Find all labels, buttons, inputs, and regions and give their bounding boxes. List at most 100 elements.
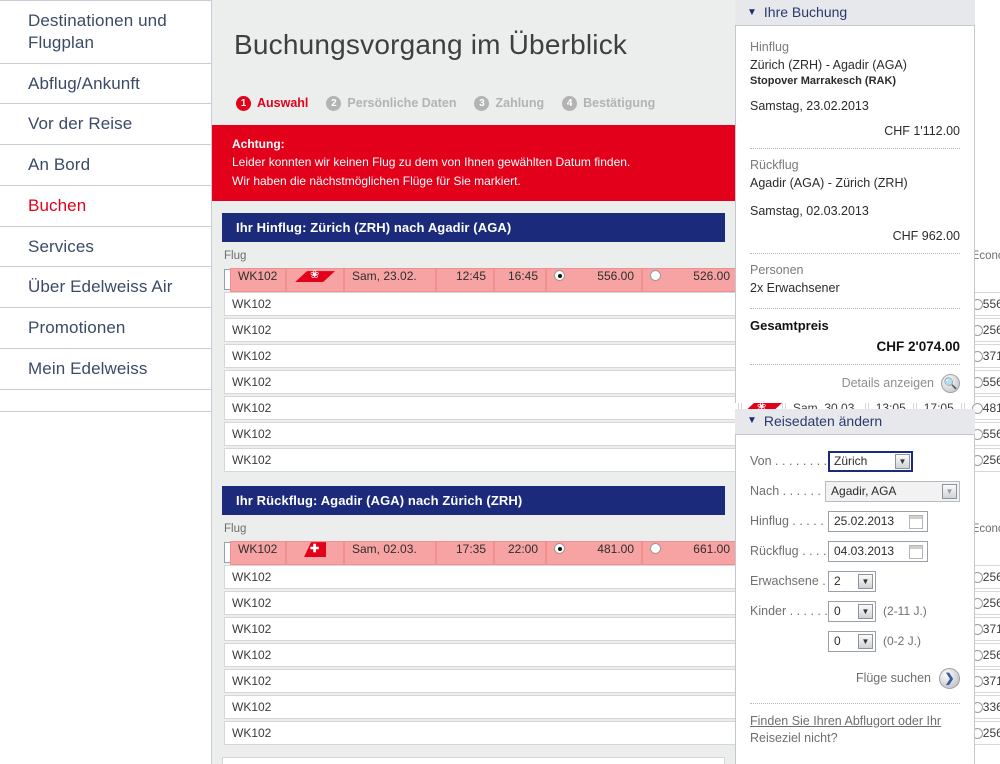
flight-number: WK102 [224,318,739,343]
outbound-label: Hinflug [750,40,789,54]
sidebar-item-ber-edelweiss-air[interactable]: Über Edelweiss Air [0,267,211,308]
arrow-right-icon: ❯ [939,667,960,689]
sidebar-item-abflug-ankunft[interactable]: Abflug/Ankunft [0,64,211,105]
inbound-flight-section: Ihr Rückflug: Agadir (AGA) nach Zürich (… [212,474,1000,747]
return-date-input[interactable]: 04.03.2013 [828,540,928,562]
sidebar-item-promotionen[interactable]: Promotionen [0,308,211,349]
travel-form-header[interactable]: ▼ Reisedaten ändern [735,408,975,435]
outbound-date-row: Hinflug . . . . . . . 25.02.2013 [750,510,960,532]
business-radio[interactable] [650,543,661,555]
step-4[interactable]: 4 Bestätigung [562,95,656,111]
alert-line-1: Leider konnten wir keinen Flug zu dem vo… [232,155,631,170]
calendar-icon[interactable] [909,514,923,529]
to-label: Nach . . . . . . . . [750,484,825,499]
chevron-down-icon: ▼ [895,453,910,469]
booking-panel-title: Ihre Buchung [763,4,848,20]
sidebar-item-vor-der-reise[interactable]: Vor der Reise [0,104,211,145]
to-select[interactable]: Agadir, AGA ▼ [825,480,960,502]
infants-select[interactable]: 0 ▼ [828,630,876,652]
divider [750,253,960,254]
step-label: Auswahl [257,96,309,110]
calendar-icon[interactable] [909,544,923,559]
booking-summary: Hinflug Zürich (ZRH) - Agadir (AGA) Stop… [735,26,975,403]
sidebar-item-destinationen-und-flugplan[interactable]: Destinationen und Flugplan [0,0,211,64]
flight-number: WK102 [230,540,286,565]
table-row[interactable]: WK102 Sam, 02.03.17:3522:00 481.00 661.00 [224,540,739,565]
step-2[interactable]: 2 Persönliche Daten [326,95,457,111]
business-radio[interactable] [650,270,661,282]
outbound-stopover: Stopover Marrakesch (RAK) [750,74,897,87]
infants-age-range: (0-2 J.) [883,634,922,649]
adults-select[interactable]: 2 ▼ [828,570,876,592]
page-title: Buchungsvorgang im Überblick [234,28,628,60]
adults-row: Erwachsene . . 2 ▼ [750,570,960,592]
chevron-down-icon: ▼ [747,415,757,427]
persons-value: 2x Erwachsener [750,281,840,295]
column-header-flug: Flug [224,250,247,263]
outbound-heading: Ihr Hinflug: Zürich (ZRH) nach Agadir (A… [222,213,725,243]
inbound-price: CHF 962.00 [892,229,960,243]
flight-number: WK102 [224,643,739,668]
from-field-row: Von . . . . . . . . . Zürich ▼ [750,450,960,472]
chevron-down-icon: ▼ [747,6,757,18]
step-3[interactable]: 3 Zahlung [474,95,544,111]
flight-number: WK102 [224,422,739,447]
departure-time: 17:35 [436,540,494,565]
alert-line-2: Wir haben die nächstmöglichen Flüge für … [232,173,521,188]
children-age-range: (2-11 J.) [883,604,927,619]
economy-radio[interactable] [554,270,565,282]
flight-number: WK102 [224,617,739,642]
step-label: Bestätigung [583,96,656,110]
economy-price: 256.00 [982,726,1000,741]
flight-number: WK102 [224,591,739,616]
show-details-label: Details anzeigen [841,376,934,391]
outbound-flight-section: Ihr Hinflug: Zürich (ZRH) nach Agadir (A… [212,201,1000,474]
chevron-down-icon: ▼ [858,573,873,589]
search-flights-button[interactable]: Flüge suchen ❯ [750,667,960,689]
flight-number: WK102 [230,267,286,292]
return-date-row: Rückflug . . . . . 04.03.2013 [750,540,960,562]
table-row[interactable]: WK102 Sam, 23.02.12:4516:45 556.00 526.00 [224,267,739,292]
economy-price: 481.00 [982,401,1000,416]
departure-time: 12:45 [436,267,494,292]
economy-price: 336.00 [982,700,1000,715]
flight-number: WK102 [224,669,739,694]
help-link[interactable]: Finden Sie Ihren Abflugort oder Ihr Reis… [750,713,960,748]
flight-date: Sam, 02.03. [344,540,436,565]
sidebar-item-services[interactable]: Services [0,227,211,268]
children-label: Kinder . . . . . . . [750,604,828,619]
arrival-time: 16:45 [494,267,546,292]
economy-fare-cell[interactable]: 481.00 [546,540,642,565]
business-price: 526.00 [693,268,730,283]
divider [750,307,960,309]
booking-panel-header[interactable]: ▼ Ihre Buchung [735,0,975,26]
outbound-date-input[interactable]: 25.02.2013 [828,510,928,532]
flight-number: WK102 [224,344,739,369]
business-fare-cell[interactable]: 526.00 [642,267,738,292]
step-number-badge: 1 [236,95,251,111]
step-1[interactable]: 1 Auswahl [236,95,309,111]
sidebar-item-buchen[interactable]: Buchen [0,186,211,227]
to-field-row: Nach . . . . . . . . Agadir, AGA ▼ [750,480,960,502]
alert-banner: Achtung: Leider konnten wir keinen Flug … [212,124,735,202]
sidebar-item-an-bord[interactable]: An Bord [0,145,211,186]
column-header-flug: Flug [224,523,247,536]
economy-price: 556.00 [982,375,1000,390]
main-navigation: Destinationen und Flugplan Abflug/Ankunft… [0,0,212,764]
flight-number: WK102 [224,695,739,720]
business-fare-cell[interactable]: 661.00 [642,540,738,565]
children-select[interactable]: 0 ▼ [828,600,876,622]
search-flights-label: Flüge suchen [855,671,931,686]
sidebar-item-mein-edelweiss[interactable]: Mein Edelweiss [0,349,211,390]
from-select[interactable]: Zürich ▼ [828,450,913,472]
step-number-badge: 2 [326,95,342,111]
economy-fare-cell[interactable]: 556.00 [546,267,642,292]
outbound-route: Zürich (ZRH) - Agadir (AGA) [750,58,907,72]
show-details-link[interactable]: Details anzeigen 🔍 [750,373,960,393]
economy-price: 256.00 [982,596,1000,611]
flight-number: WK102 [224,565,739,590]
step-label: Persönliche Daten [347,96,457,110]
to-value: Agadir, AGA [831,484,897,499]
economy-price: 256.00 [982,453,1000,468]
economy-radio[interactable] [554,543,565,555]
